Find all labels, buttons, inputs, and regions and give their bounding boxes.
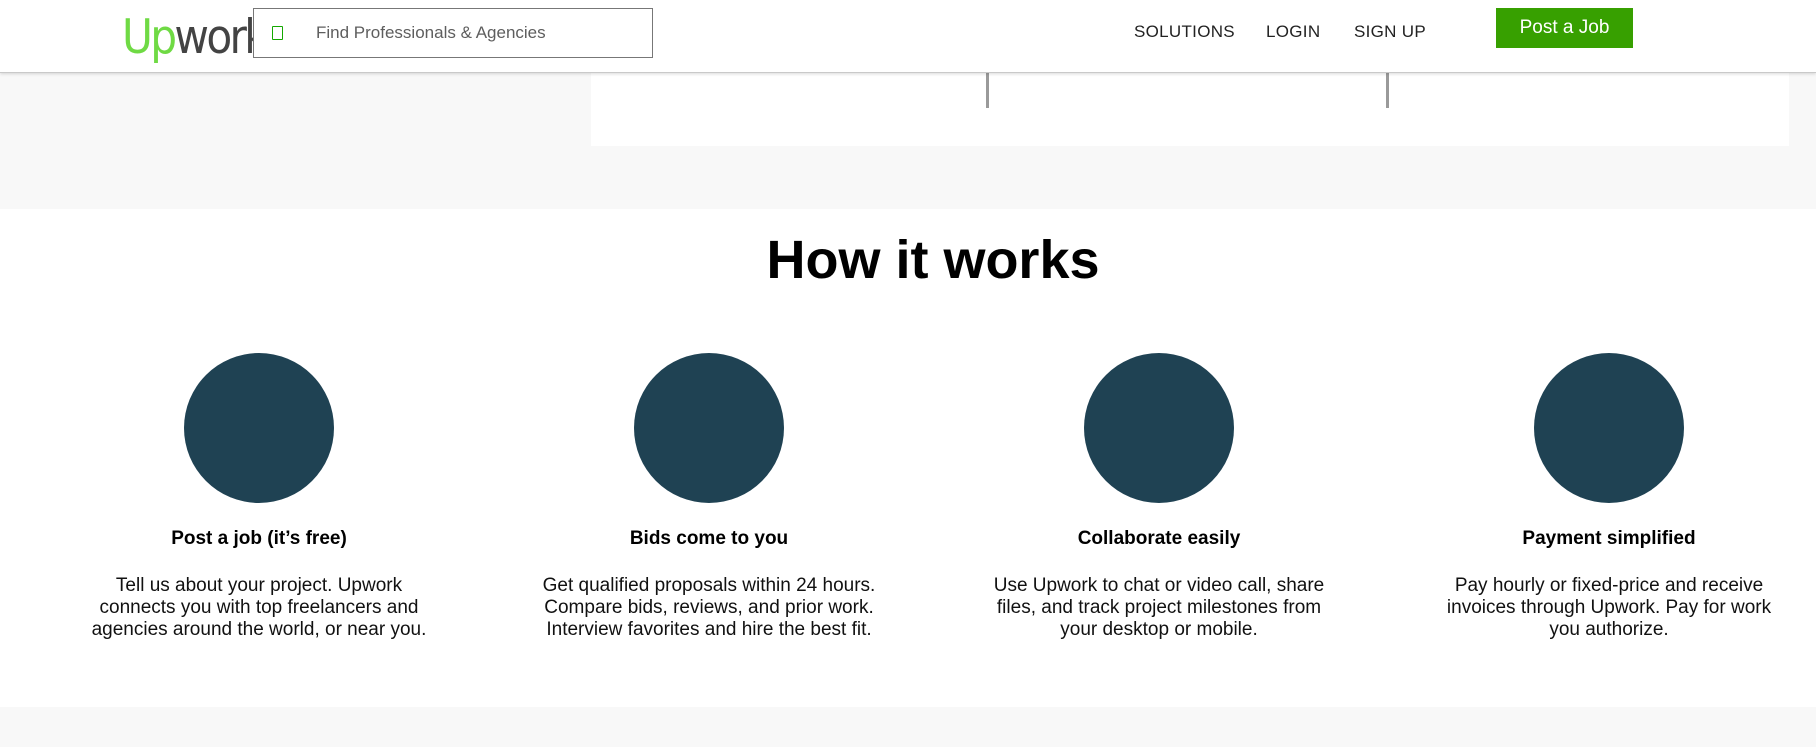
search-icon[interactable]: [272, 26, 283, 40]
site-header: Upwork SOLUTIONS LOGIN SIGN UP Post a Jo…: [0, 0, 1816, 73]
step-payment: Payment simplified Pay hourly or fixed-p…: [1429, 353, 1789, 641]
step-description: Tell us about your project. Upwork conne…: [91, 575, 427, 640]
step-circle-icon: [634, 353, 784, 503]
top-panel: [591, 73, 1789, 146]
step-description: Get qualified proposals within 24 hours.…: [542, 575, 876, 640]
section-title: How it works: [766, 230, 1100, 290]
divider: [986, 73, 989, 108]
step-circle-icon: [184, 353, 334, 503]
step-circle-icon: [1534, 353, 1684, 503]
upwork-logo[interactable]: Upwork: [122, 10, 269, 66]
step-title: Bids come to you: [629, 528, 789, 549]
search-input[interactable]: [316, 9, 646, 57]
search-box[interactable]: [253, 8, 653, 58]
step-collaborate: Collaborate easily Use Upwork to chat or…: [979, 353, 1339, 641]
step-title: Post a job (it’s free): [171, 528, 347, 549]
step-description: Pay hourly or fixed-price and receive in…: [1446, 575, 1772, 640]
step-title: Payment simplified: [1522, 528, 1696, 549]
nav-login[interactable]: LOGIN: [1266, 22, 1320, 42]
step-post-job: Post a job (it’s free) Tell us about you…: [79, 353, 439, 641]
nav-solutions[interactable]: SOLUTIONS: [1134, 22, 1235, 42]
step-title: Collaborate easily: [1077, 528, 1241, 549]
step-circle-icon: [1084, 353, 1234, 503]
step-bids: Bids come to you Get qualified proposals…: [529, 353, 889, 641]
divider: [1386, 73, 1389, 108]
step-description: Use Upwork to chat or video call, share …: [993, 575, 1325, 640]
how-it-works-section: How it works Post a job (it’s free) Tell…: [0, 209, 1816, 707]
post-job-button[interactable]: Post a Job: [1496, 8, 1633, 48]
nav-signup[interactable]: SIGN UP: [1354, 22, 1426, 42]
